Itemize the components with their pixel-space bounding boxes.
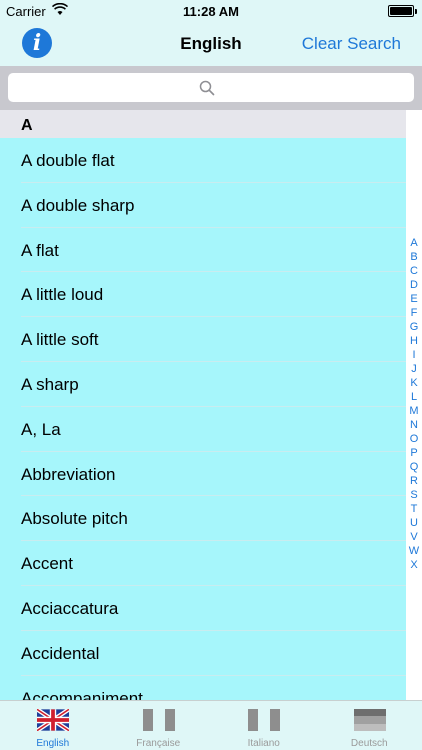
list-item-label: A sharp: [21, 374, 79, 394]
list-item-label: Acciaccatura: [21, 598, 119, 618]
list-item[interactable]: Accent: [0, 541, 406, 586]
tab-deutsch-label: Deutsch: [350, 738, 388, 749]
index-letter-x[interactable]: X: [406, 558, 422, 572]
tab-english-label: English: [36, 738, 70, 749]
index-letter-q[interactable]: Q: [406, 460, 422, 474]
index-letter-v[interactable]: V: [406, 530, 422, 544]
search-icon: [199, 80, 215, 96]
list-item[interactable]: A, La: [0, 407, 406, 452]
list-item[interactable]: A sharp: [0, 362, 406, 407]
index-letter-o[interactable]: O: [406, 432, 422, 446]
list-item[interactable]: Accidental: [0, 631, 406, 676]
index-letter-f[interactable]: F: [406, 306, 422, 320]
index-letter-n[interactable]: N: [406, 418, 422, 432]
index-letter-w[interactable]: W: [406, 544, 422, 558]
info-button[interactable]: i: [22, 28, 52, 58]
index-letter-g[interactable]: G: [406, 320, 422, 334]
section-index-list[interactable]: A B C D E F G H I J K L M N O P Q R S T …: [406, 236, 422, 572]
index-letter-s[interactable]: S: [406, 488, 422, 502]
list-item[interactable]: A flat: [0, 228, 406, 273]
italian-flag-icon: [248, 709, 280, 731]
index-letter-p[interactable]: P: [406, 446, 422, 460]
search-bar: [0, 66, 422, 110]
index-letter-c[interactable]: C: [406, 264, 422, 278]
list-item-label: A double sharp: [21, 195, 135, 215]
german-flag-icon: [353, 709, 386, 731]
list-item-label: A flat: [21, 240, 59, 260]
list-item[interactable]: A double sharp: [0, 183, 406, 228]
tab-deutsch[interactable]: Deutsch: [317, 701, 422, 750]
uk-flag-icon: [37, 709, 69, 731]
list-item-label: A, La: [21, 419, 61, 439]
index-letter-m[interactable]: M: [406, 404, 422, 418]
list-item[interactable]: A double flat: [0, 138, 406, 183]
list-item-label: A double flat: [21, 151, 115, 170]
index-letter-t[interactable]: T: [406, 502, 422, 516]
list-item-label: Accompaniment: [21, 688, 143, 700]
tab-english[interactable]: English: [0, 701, 106, 750]
tab-francaise[interactable]: Française: [106, 701, 212, 750]
index-letter-r[interactable]: R: [406, 474, 422, 488]
list-item[interactable]: A little loud: [0, 272, 406, 318]
list-item[interactable]: Abbreviation: [0, 452, 406, 497]
status-bar: Carrier 11:28 AM: [0, 0, 422, 24]
french-flag-icon: [142, 709, 175, 731]
search-input[interactable]: [8, 73, 414, 102]
index-letter-l[interactable]: L: [406, 390, 422, 404]
list-item[interactable]: Absolute pitch: [0, 496, 406, 542]
navigation-bar: i English Clear Search: [0, 24, 422, 66]
list-item-label: Abbreviation: [21, 464, 116, 484]
list-item[interactable]: A little soft: [0, 317, 406, 362]
list-item-label: Accidental: [21, 643, 100, 663]
index-letter-h[interactable]: H: [406, 334, 422, 348]
tab-italiano[interactable]: Italiano: [211, 701, 317, 750]
battery-icon: [388, 5, 417, 17]
index-letter-a[interactable]: A: [406, 236, 422, 250]
index-letter-j[interactable]: J: [406, 362, 422, 376]
list-item[interactable]: Acciaccatura: [0, 586, 406, 631]
tab-italiano-label: Italiano: [247, 738, 280, 749]
list-item-label: Absolute pitch: [21, 509, 128, 529]
index-letter-i[interactable]: I: [406, 348, 422, 362]
section-header-label: A: [21, 117, 33, 134]
index-letter-u[interactable]: U: [406, 516, 422, 530]
list-item-label: A little loud: [21, 285, 104, 305]
clear-search-button[interactable]: Clear Search: [302, 34, 401, 54]
index-letter-d[interactable]: D: [406, 278, 422, 292]
index-letter-e[interactable]: E: [406, 292, 422, 306]
tab-bar: English Française Italiano Deutsch: [0, 700, 422, 750]
status-time: 11:28 AM: [183, 4, 239, 19]
index-letter-b[interactable]: B: [406, 250, 422, 264]
section-header: A: [0, 110, 406, 138]
tab-francaise-label: Française: [136, 738, 181, 749]
list-item-label: A little soft: [21, 330, 99, 350]
list-item-label: Accent: [21, 554, 73, 574]
list-item[interactable]: Accompaniment: [0, 676, 406, 700]
index-letter-k[interactable]: K: [406, 376, 422, 390]
info-icon: i: [32, 30, 42, 56]
term-list[interactable]: A double flat A double sharp A flat A li…: [0, 138, 406, 700]
section-index-bar[interactable]: A B C D E F G H I J K L M N O P Q R S T …: [406, 110, 422, 700]
